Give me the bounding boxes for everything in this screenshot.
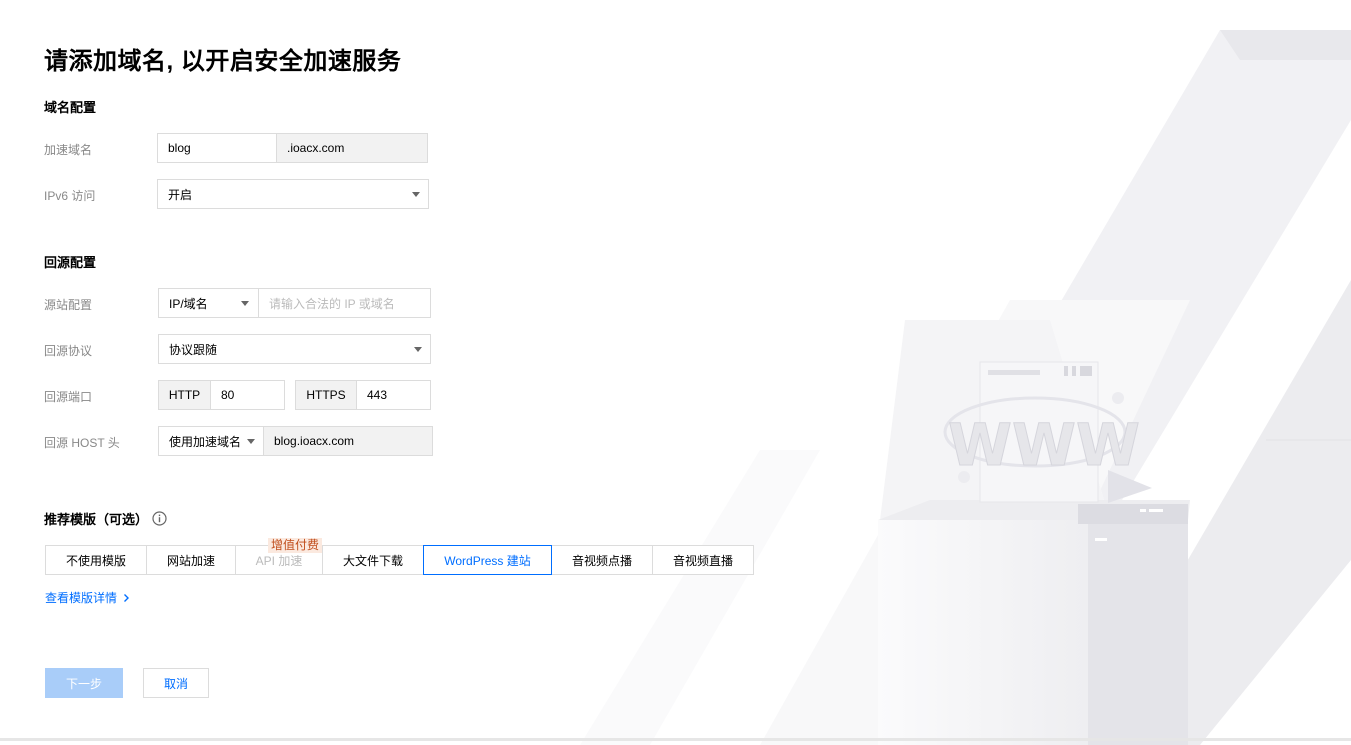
protocol-select[interactable]: 协议跟随 <box>158 334 431 364</box>
template-details-text: 查看模版详情 <box>45 591 118 605</box>
https-port-value: 443 <box>367 388 388 402</box>
domain-config-title: 域名配置 <box>44 100 97 115</box>
ipv6-value: 开启 <box>168 187 193 202</box>
template-title-text: 推荐模版（可选） <box>44 512 149 527</box>
host-value: blog.ioacx.com <box>274 434 355 448</box>
port-label: 回源端口 <box>44 390 93 404</box>
template-vod[interactable]: 音视频点播 <box>551 545 653 575</box>
https-port-input[interactable]: 443 <box>356 380 431 410</box>
http-port-input[interactable]: 80 <box>210 380 285 410</box>
ipv6-select[interactable]: 开启 <box>157 179 429 209</box>
page-title: 请添加域名, 以开启安全加速服务 <box>44 48 402 75</box>
host-label: 回源 HOST 头 <box>44 436 120 450</box>
origin-label: 源站配置 <box>44 298 93 312</box>
origin-type-select[interactable]: IP/域名 <box>158 288 259 318</box>
protocol-value: 协议跟随 <box>169 342 218 357</box>
bottom-divider <box>0 738 1351 741</box>
template-live-label: 音视频直播 <box>672 553 733 568</box>
template-none-label: 不使用模版 <box>65 553 126 568</box>
template-api-label: API 加速 <box>255 553 303 568</box>
host-type-value: 使用加速域名 <box>169 434 242 449</box>
chevron-right-icon <box>124 593 130 602</box>
chevron-down-icon <box>414 347 422 352</box>
chevron-down-icon <box>241 301 249 306</box>
template-section-title: 推荐模版（可选） <box>44 509 167 528</box>
http-addon: HTTP <box>158 380 211 410</box>
http-port-value: 80 <box>221 388 235 402</box>
domain-suffix: .ioacx.com <box>276 133 428 163</box>
domain-suffix-text: .ioacx.com <box>287 141 345 155</box>
host-value-field: blog.ioacx.com <box>263 426 433 456</box>
cancel-button[interactable]: 取消 <box>143 668 209 698</box>
template-live[interactable]: 音视频直播 <box>652 545 754 575</box>
origin-address-input[interactable]: 请输入合法的 IP 或域名 <box>258 288 431 318</box>
template-website[interactable]: 网站加速 <box>146 545 236 575</box>
origin-type-value: IP/域名 <box>169 296 208 311</box>
next-button-label: 下一步 <box>65 676 102 691</box>
info-icon[interactable] <box>152 511 167 526</box>
template-website-label: 网站加速 <box>166 553 215 568</box>
origin-config-title: 回源配置 <box>44 255 97 270</box>
template-wordpress-label: WordPress 建站 <box>444 553 531 568</box>
template-large-file-label: 大文件下载 <box>342 553 403 568</box>
template-vod-label: 音视频点播 <box>571 553 632 568</box>
origin-address-placeholder: 请输入合法的 IP 或域名 <box>269 296 395 311</box>
domain-input[interactable]: blog <box>157 133 277 163</box>
template-none[interactable]: 不使用模版 <box>45 545 147 575</box>
template-details-link[interactable]: 查看模版详情 <box>45 589 130 606</box>
chevron-down-icon <box>247 439 255 444</box>
https-addon: HTTPS <box>295 380 357 410</box>
ipv6-label: IPv6 访问 <box>44 189 96 203</box>
next-button[interactable]: 下一步 <box>45 668 123 698</box>
https-label: HTTPS <box>306 388 346 402</box>
domain-value: blog <box>168 141 191 155</box>
template-large-file[interactable]: 大文件下载 <box>322 545 424 575</box>
template-wordpress[interactable]: WordPress 建站 <box>423 545 552 575</box>
cancel-button-label: 取消 <box>163 676 188 691</box>
template-tabs: 不使用模版 网站加速 API 加速 大文件下载 WordPress 建站 音视频… <box>45 545 754 575</box>
http-label: HTTP <box>168 388 201 402</box>
host-type-select[interactable]: 使用加速域名 <box>158 426 264 456</box>
paid-badge: 增值付费 <box>268 538 323 553</box>
chevron-down-icon <box>412 192 420 197</box>
domain-label: 加速域名 <box>44 143 93 157</box>
protocol-label: 回源协议 <box>44 344 93 358</box>
